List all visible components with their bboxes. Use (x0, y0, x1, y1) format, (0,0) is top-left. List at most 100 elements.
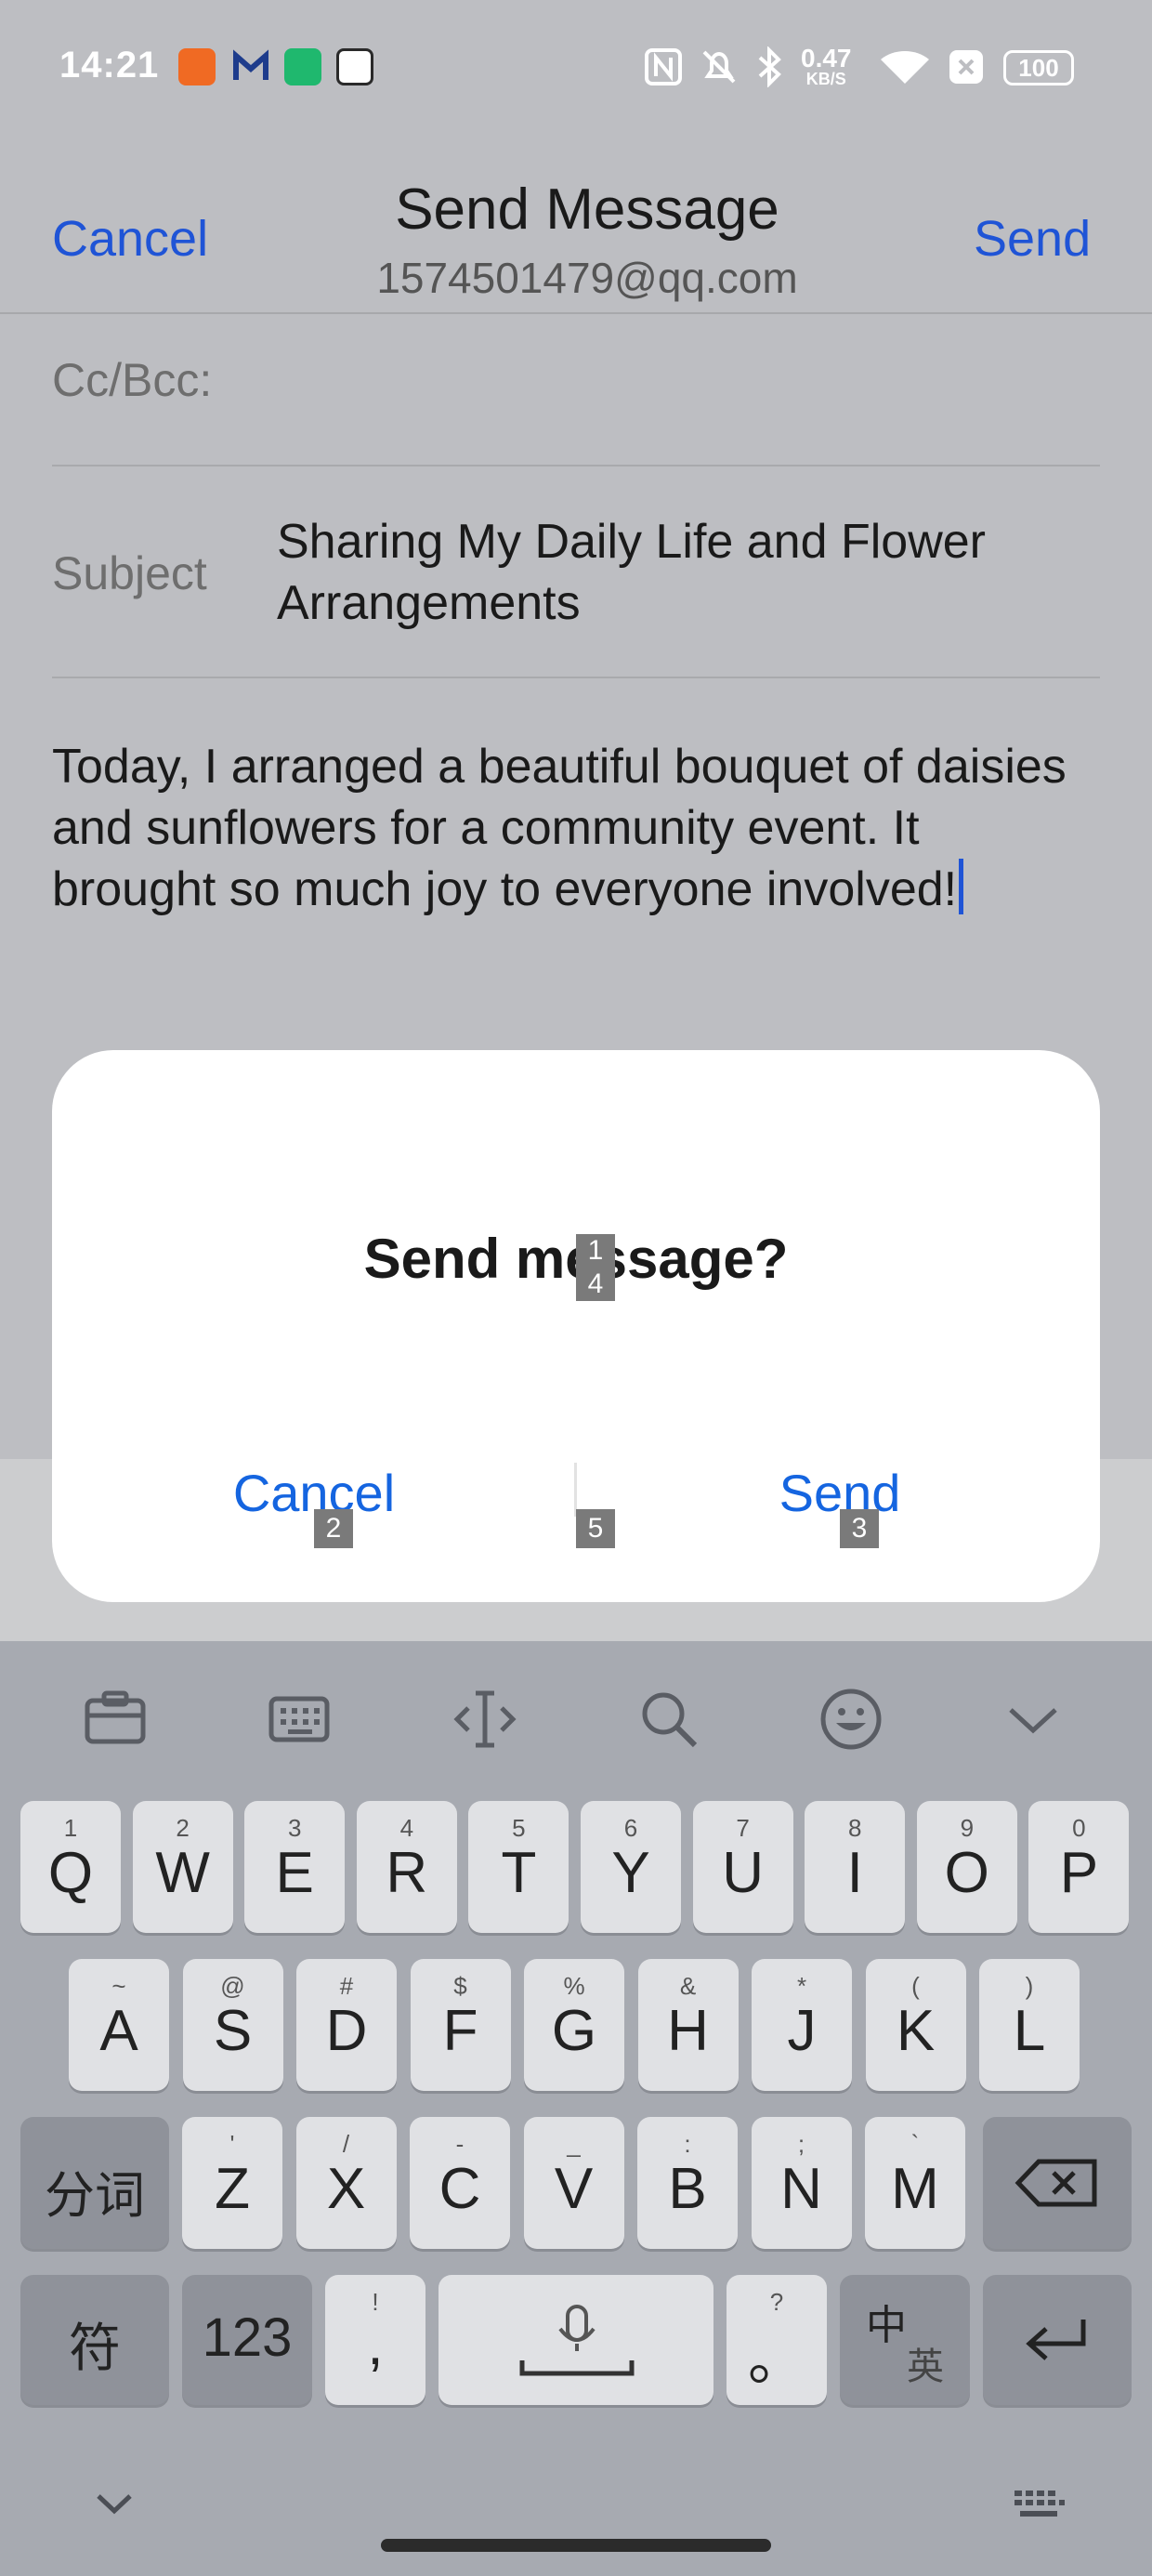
home-indicator[interactable] (381, 2539, 771, 2552)
key[interactable]: 7U (692, 1801, 793, 1933)
key-hint: ( (911, 1972, 920, 2000)
key-hint: 3 (287, 1814, 302, 1842)
body-textarea[interactable]: Today, I arranged a beautiful bouquet of… (52, 736, 1083, 920)
backspace-key[interactable] (983, 2117, 1132, 2249)
symbols-key[interactable]: 符 (20, 2275, 169, 2405)
key[interactable]: 6Y (581, 1801, 681, 1933)
key[interactable]: % G (524, 1959, 624, 2091)
key[interactable]: 2W (132, 1801, 233, 1933)
tag-label: 4 (587, 1268, 604, 1299)
key-hint: % (563, 1972, 585, 2000)
key-hint: 0 (1072, 1814, 1086, 1842)
wifi-icon (881, 51, 929, 84)
key-label: W (155, 1841, 210, 1905)
key-hint: @ (220, 1972, 245, 2000)
key[interactable]: 9O (916, 1801, 1017, 1933)
key[interactable]: ; N (751, 2117, 852, 2249)
key[interactable]: :B (637, 2117, 738, 2249)
key[interactable]: -C (410, 2117, 510, 2249)
key-hint: 1 (63, 1814, 78, 1842)
hide-keyboard-icon[interactable] (89, 2487, 139, 2524)
key[interactable]: # D (296, 1959, 397, 2091)
battery-app-icon (284, 48, 321, 85)
soft-keyboard (0, 1641, 1152, 2576)
tag-label: 1 (587, 1235, 604, 1266)
cursor-icon[interactable] (448, 1682, 522, 1756)
key-label: E (275, 1841, 314, 1905)
key[interactable]: $ F (410, 1959, 511, 2091)
subject-input[interactable]: Sharing My Daily Life and Flower Arrange… (277, 511, 1094, 634)
keyboard-switch-icon[interactable] (1011, 2487, 1067, 2524)
emoji-icon[interactable] (814, 1682, 888, 1756)
key-hint: 6 (623, 1814, 638, 1842)
key[interactable]: 5T (468, 1801, 569, 1933)
body-text: Today, I arranged a beautiful bouquet of… (52, 740, 1067, 916)
key-hint: 9 (960, 1814, 975, 1842)
net-speed-unit: KB/S (805, 70, 846, 88)
key-label: F (442, 1999, 478, 2063)
key-label: M (891, 2157, 939, 2221)
subject-label: Subject (52, 547, 207, 599)
net-speed: 0.47 KB/S (801, 46, 852, 89)
key-label: O (944, 1841, 989, 1905)
key-label: G (551, 1999, 597, 2063)
key[interactable]: & H (637, 1959, 739, 2091)
key-label: V (554, 2157, 594, 2221)
key-hint: ` (910, 2130, 920, 2158)
key-hint: # (339, 1972, 354, 2000)
sim-off-icon (949, 50, 983, 84)
period-key[interactable]: ? 。 (727, 2275, 827, 2405)
key[interactable]: 0P (1028, 1801, 1130, 1933)
collapse-keyboard-icon[interactable] (996, 1682, 1070, 1756)
app-icon (336, 48, 373, 85)
mute-icon (702, 50, 736, 84)
key[interactable]: ` M (865, 2117, 965, 2249)
header-divider (0, 312, 1152, 314)
key[interactable]: 8I (805, 1801, 906, 1933)
key-hint: & (679, 1972, 697, 2000)
divider (52, 677, 1100, 678)
numbers-key[interactable]: 123 (182, 2275, 312, 2405)
keyboard-layout-icon[interactable] (262, 1682, 336, 1756)
key-label: N (780, 2157, 822, 2221)
key-hint: - (455, 2130, 465, 2158)
key[interactable]: ' Z (182, 2117, 282, 2249)
key-label: 。 (747, 2328, 805, 2392)
key-label: B (668, 2157, 707, 2221)
key-label: 分词 (45, 2168, 145, 2224)
key-label: 123 (202, 2307, 293, 2368)
battery-indicator: 100 (1003, 50, 1074, 85)
header-send-button[interactable]: Send (974, 210, 1091, 268)
language-switch-key[interactable]: 中 英 (840, 2275, 970, 2405)
key-label: 符 (69, 2319, 121, 2377)
key[interactable]: ~ A (69, 1959, 169, 2091)
key[interactable]: ) L (979, 1959, 1080, 2091)
search-icon[interactable] (632, 1682, 706, 1756)
clipboard-icon[interactable] (78, 1682, 152, 1756)
segment-key[interactable]: 分词 (20, 2117, 169, 2249)
key[interactable]: @ S (182, 1959, 283, 2091)
key-label: 英 (907, 2346, 944, 2387)
comma-key[interactable]: ! , (325, 2275, 425, 2405)
gmail-icon (232, 48, 269, 85)
text-caret (959, 859, 964, 914)
key[interactable]: / X (295, 2117, 397, 2249)
key[interactable]: 3E (244, 1801, 346, 1933)
key-label: Q (47, 1841, 94, 1905)
cc-bcc-field[interactable]: Cc/Bcc: (52, 353, 212, 407)
backspace-icon (1015, 2159, 1097, 2207)
nfc-icon (645, 48, 682, 85)
key[interactable]: 1Q (20, 1801, 121, 1933)
key[interactable]: * J (752, 1959, 852, 2091)
key[interactable]: _ V (523, 2117, 624, 2249)
key[interactable]: (K (865, 1959, 966, 2091)
key-hint: * (796, 1972, 807, 2000)
key[interactable]: 4R (356, 1801, 457, 1933)
key-label: X (326, 2157, 366, 2221)
key-label: Y (611, 1841, 650, 1905)
key-hint: $ (453, 1972, 467, 2000)
space-key[interactable] (439, 2275, 713, 2405)
key-label: A (99, 1999, 138, 2063)
annotation-tag: 3 (840, 1509, 879, 1548)
enter-key[interactable] (983, 2275, 1132, 2405)
